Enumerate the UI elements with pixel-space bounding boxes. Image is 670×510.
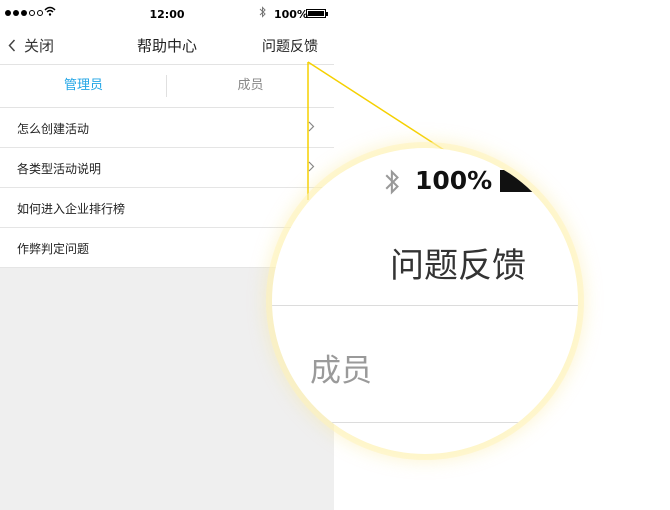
bluetooth-icon: [385, 169, 399, 195]
divider: [272, 422, 578, 423]
battery-icon: [500, 170, 534, 192]
zoom-magnifier: 100% 问题反馈 成员: [272, 148, 578, 454]
battery-percent: 100%: [415, 166, 493, 195]
divider: [272, 305, 578, 306]
feedback-button-zoomed: 问题反馈: [390, 246, 526, 286]
tab-member-zoomed: 成员: [310, 353, 372, 389]
